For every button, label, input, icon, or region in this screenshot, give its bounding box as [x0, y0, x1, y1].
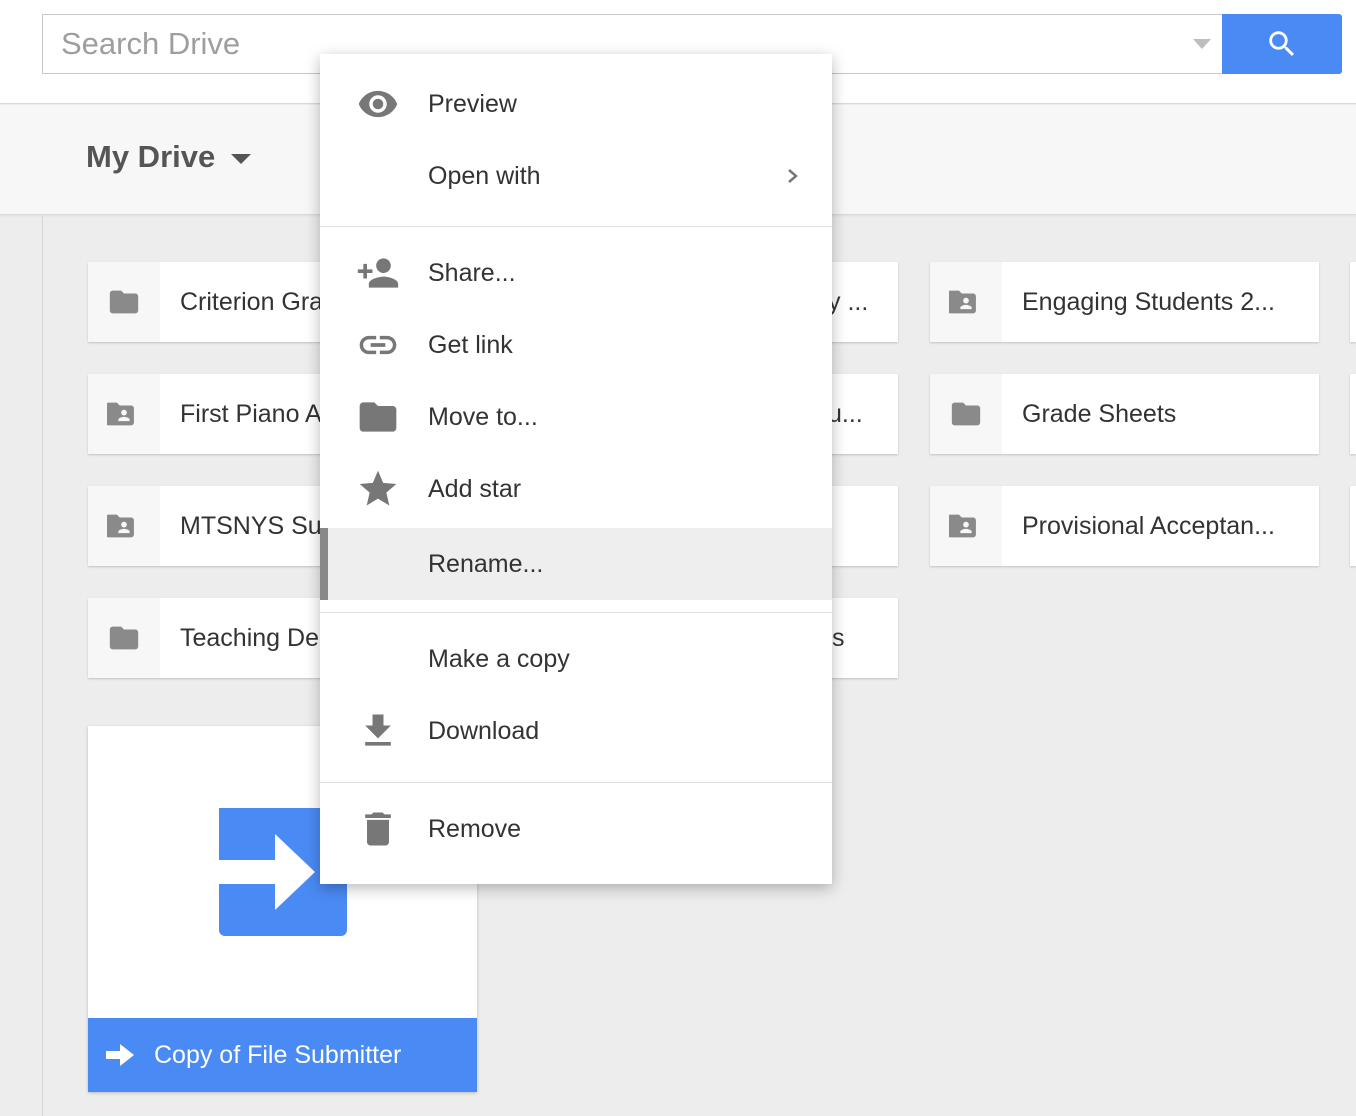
trash-icon — [365, 812, 391, 846]
folder-tile[interactable]: First Piano A — [88, 374, 338, 454]
context-menu: Preview Open with Share... Get link Move… — [320, 54, 832, 884]
divider — [42, 216, 43, 1116]
link-icon — [359, 335, 397, 355]
folder-name: u... — [828, 399, 863, 428]
shared-folder-icon — [107, 514, 134, 538]
shared-folder-icon — [949, 290, 976, 314]
arrow-right-icon — [106, 1044, 134, 1066]
menu-item-move-to[interactable]: Move to... — [320, 381, 832, 453]
menu-item-label: Share... — [428, 258, 516, 287]
menu-item-rename[interactable]: Rename... — [320, 528, 832, 600]
folder-name: First Piano A — [180, 399, 322, 428]
folder-tile[interactable]: Provisional Acceptan... — [930, 486, 1319, 566]
search-options-caret-icon[interactable] — [1193, 39, 1211, 49]
folder-name: MTSNYS Su — [180, 511, 322, 540]
menu-item-share[interactable]: Share... — [320, 237, 832, 309]
folder-tile-edge[interactable] — [1350, 486, 1356, 566]
folder-tile-edge[interactable] — [1350, 262, 1356, 342]
folder-tile[interactable]: MTSNYS Su — [88, 486, 338, 566]
eye-icon — [358, 90, 398, 118]
folder-name: y ... — [828, 287, 869, 316]
folder-tile[interactable]: Teaching De — [88, 598, 338, 678]
folder-tile-edge[interactable] — [1350, 374, 1356, 454]
shared-folder-icon — [949, 514, 976, 538]
folder-icon — [359, 402, 397, 432]
menu-highlight-bar — [320, 528, 328, 600]
file-card-label-bar: Copy of File Submitter — [88, 1018, 477, 1092]
folder-name: Teaching De — [180, 623, 319, 652]
my-drive-dropdown[interactable]: My Drive — [86, 139, 252, 175]
shared-folder-icon — [107, 402, 134, 426]
menu-item-label: Make a copy — [428, 644, 570, 673]
person-add-icon — [357, 258, 399, 288]
folder-tile[interactable]: Grade Sheets — [930, 374, 1319, 454]
menu-item-label: Open with — [428, 161, 541, 190]
menu-item-label: Rename... — [428, 549, 544, 578]
search-icon — [1269, 31, 1295, 57]
menu-separator — [320, 226, 832, 227]
menu-item-get-link[interactable]: Get link — [320, 309, 832, 381]
menu-item-label: Preview — [428, 89, 517, 118]
page-title: My Drive — [86, 139, 216, 174]
menu-item-open-with[interactable]: Open with — [320, 140, 832, 212]
menu-item-label: Move to... — [428, 402, 538, 431]
star-icon — [359, 470, 397, 506]
menu-item-label: Add star — [428, 474, 522, 503]
folder-name: Engaging Students 2... — [1022, 287, 1275, 316]
chevron-right-icon — [788, 169, 798, 183]
menu-item-make-copy[interactable]: Make a copy — [320, 623, 832, 695]
download-icon — [365, 714, 391, 746]
folder-tile[interactable]: Criterion Gra — [88, 262, 338, 342]
menu-item-label: Remove — [428, 814, 522, 843]
folder-name: Grade Sheets — [1022, 399, 1177, 428]
chevron-down-icon — [231, 154, 252, 164]
folder-icon — [951, 402, 981, 426]
folder-name: s — [832, 623, 845, 652]
menu-item-label: Download — [428, 716, 540, 745]
menu-item-label: Get link — [428, 330, 513, 359]
menu-item-download[interactable]: Download — [320, 695, 832, 767]
folder-name: Criterion Gra — [180, 287, 324, 316]
folder-icon — [109, 290, 139, 314]
search-button[interactable] — [1222, 14, 1342, 74]
file-name: Copy of File Submitter — [154, 1040, 402, 1069]
menu-separator — [320, 612, 832, 613]
menu-separator — [320, 782, 832, 783]
folder-name: Provisional Acceptan... — [1022, 511, 1275, 540]
menu-item-add-star[interactable]: Add star — [320, 453, 832, 525]
folder-icon — [109, 626, 139, 650]
menu-item-preview[interactable]: Preview — [320, 68, 832, 140]
menu-item-remove[interactable]: Remove — [320, 793, 832, 865]
folder-tile[interactable]: Engaging Students 2... — [930, 262, 1319, 342]
